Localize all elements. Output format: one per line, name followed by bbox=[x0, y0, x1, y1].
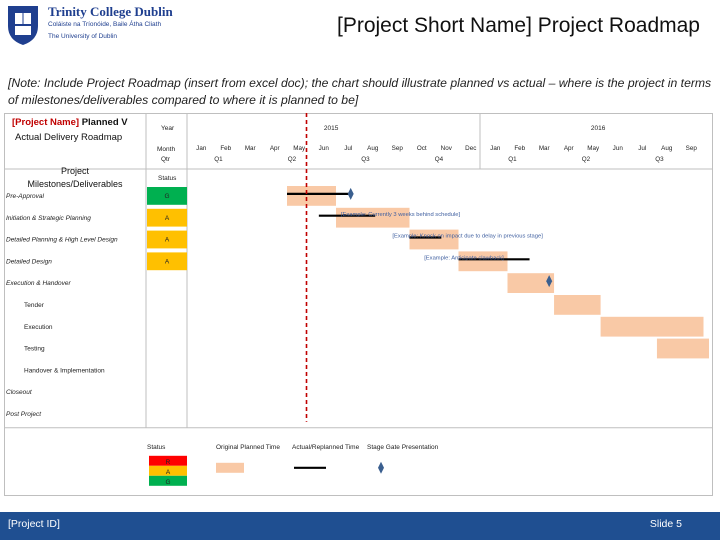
row-note-1: [Example: Currently 3 weeks behind sched… bbox=[341, 212, 461, 218]
milestones-header: Project bbox=[61, 166, 90, 176]
month-4: May bbox=[293, 145, 306, 152]
month-15: Apr bbox=[564, 145, 574, 152]
quarter-6: Q3 bbox=[655, 156, 664, 163]
status-code-1: A bbox=[165, 215, 170, 222]
month-label: Month bbox=[157, 146, 175, 153]
month-16: May bbox=[587, 145, 600, 152]
status-code-0: G bbox=[164, 193, 169, 200]
quarter-1: Q2 bbox=[288, 156, 297, 163]
milestone-label-4: Execution & Handover bbox=[6, 280, 72, 287]
status-code-2: A bbox=[165, 237, 170, 244]
legend-rag-code-A: A bbox=[166, 469, 171, 476]
quarter-3: Q4 bbox=[435, 156, 444, 163]
logo-name: Trinity College Dublin bbox=[48, 4, 173, 19]
row-note-3: [Example: Anticipate clawback] bbox=[424, 255, 504, 261]
legend-gate-swatch bbox=[378, 461, 384, 474]
month-2: Mar bbox=[245, 145, 256, 152]
legend-rag-code-R: R bbox=[166, 459, 171, 466]
chart-frame bbox=[4, 113, 713, 496]
quarter-5: Q2 bbox=[582, 156, 591, 163]
planned-bar-5 bbox=[554, 295, 601, 315]
legend-gate-label: Stage Gate Presentation bbox=[367, 444, 439, 451]
status-code-3: A bbox=[165, 258, 170, 265]
instruction-note: [Note: Include Project Roadmap (insert f… bbox=[8, 76, 712, 107]
planned-bar-6 bbox=[600, 316, 704, 337]
row-note-2: [Example: Knock on impact due to delay i… bbox=[392, 234, 543, 240]
footer-bar: [Project ID] Slide 5 bbox=[0, 512, 720, 540]
year-2016: 2016 bbox=[591, 125, 606, 132]
roadmap-svg: [Project Name] Planned V Actual Delivery … bbox=[4, 113, 713, 496]
month-3: Apr bbox=[270, 145, 280, 152]
milestone-label-6: Execution bbox=[24, 324, 53, 331]
month-8: Sep bbox=[392, 145, 404, 152]
legend-actual-label: Actual/Replanned Time bbox=[292, 444, 360, 451]
year-label: Year bbox=[161, 125, 175, 132]
month-11: Dec bbox=[465, 145, 476, 152]
milestone-label-2: Detailed Planning & High Level Design bbox=[6, 237, 118, 244]
milestone-label-8: Handover & Implementation bbox=[24, 367, 105, 374]
quarter-4: Q1 bbox=[508, 156, 517, 163]
qtr-label: Qtr bbox=[161, 156, 171, 163]
stage-gate-marker-0 bbox=[347, 187, 354, 200]
planned-bar-7 bbox=[656, 338, 709, 359]
planned-bar-0 bbox=[287, 186, 336, 206]
status-label: Status bbox=[158, 175, 177, 182]
milestone-label-5: Tender bbox=[24, 302, 45, 309]
logo-english: The University of Dublin bbox=[48, 33, 117, 40]
chart-title: [Project Name] Planned V bbox=[12, 117, 128, 128]
milestone-label-10: Post Project bbox=[6, 411, 42, 418]
page-title: [Project Short Name] Project Roadmap bbox=[337, 14, 700, 37]
milestone-label-0: Pre-Approval bbox=[6, 193, 44, 200]
chart-title-line2: Actual Delivery Roadmap bbox=[15, 132, 122, 143]
planned-bar-4 bbox=[507, 273, 555, 293]
month-5: Jun bbox=[319, 145, 330, 152]
month-14: Mar bbox=[539, 145, 550, 152]
legend-planned-label: Original Planned Time bbox=[216, 444, 280, 451]
milestone-label-7: Testing bbox=[24, 346, 45, 353]
milestone-label-9: Closeout bbox=[6, 389, 33, 396]
legend-status-label: Status bbox=[147, 444, 166, 451]
month-10: Nov bbox=[441, 145, 453, 152]
month-0: Jan bbox=[196, 145, 207, 152]
milestones-header-line2: Milestones/Deliverables bbox=[27, 179, 123, 189]
month-17: Jun bbox=[613, 145, 624, 152]
legend-rag-code-G: G bbox=[165, 479, 170, 486]
crest-icon bbox=[8, 6, 38, 45]
month-18: Jul bbox=[638, 145, 646, 152]
logo-irish: Coláiste na Tríonóide, Baile Átha Cliath bbox=[48, 21, 162, 28]
milestone-label-1: Initiation & Strategic Planning bbox=[6, 215, 91, 222]
year-2015: 2015 bbox=[324, 125, 339, 132]
month-20: Sep bbox=[686, 145, 698, 152]
legend-planned-swatch bbox=[216, 462, 244, 473]
month-1: Feb bbox=[220, 145, 231, 152]
quarter-2: Q3 bbox=[361, 156, 370, 163]
slide-number: Slide 5 bbox=[649, 518, 682, 530]
month-12: Jan bbox=[490, 145, 501, 152]
roadmap-chart: [Project Name] Planned V Actual Delivery … bbox=[4, 113, 714, 498]
month-9: Oct bbox=[417, 145, 427, 152]
month-13: Feb bbox=[514, 145, 525, 152]
month-7: Aug bbox=[367, 145, 379, 152]
tcd-logo: Trinity College Dublin Coláiste na Tríon… bbox=[6, 4, 186, 48]
milestone-label-3: Detailed Design bbox=[6, 258, 52, 265]
quarter-0: Q1 bbox=[214, 156, 223, 163]
month-19: Aug bbox=[661, 145, 673, 152]
month-6: Jul bbox=[344, 145, 352, 152]
project-id: [Project ID] bbox=[8, 518, 60, 530]
